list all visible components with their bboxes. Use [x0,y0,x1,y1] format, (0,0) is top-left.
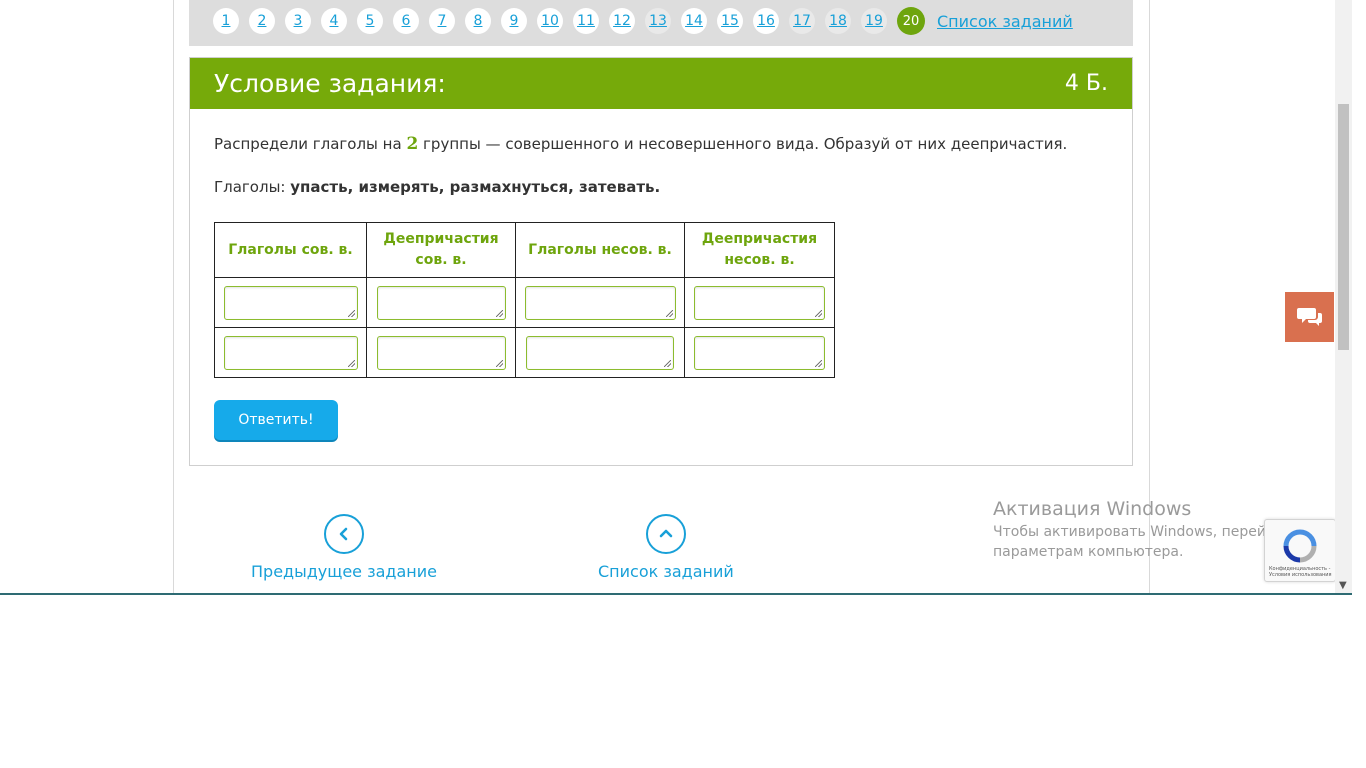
table-row [214,277,835,328]
table-cell [214,277,367,328]
verbs-line: Глаголы: упасть, измерять, размахнуться,… [214,178,660,196]
answer-table-header: Глаголы сов. в. Деепричастия сов. в. Гла… [214,222,835,278]
verbs-list: упасть, измерять, размахнуться, затевать… [290,178,661,196]
scroll-down-icon[interactable]: ▼ [1339,580,1347,591]
header-participles-perfective: Деепричастия сов. в. [366,222,516,278]
page-link-11[interactable]: 11 [573,8,599,34]
page-link-17[interactable]: 17 [789,8,815,34]
page-link-6[interactable]: 6 [393,8,419,34]
task-title: Условие задания: [214,69,446,98]
page-link-9[interactable]: 9 [501,8,527,34]
page-link-4[interactable]: 4 [321,8,347,34]
viewport-bottom-border [0,593,1352,595]
table-cell [214,327,367,378]
page-link-20[interactable]: 20 [897,7,925,35]
question-text: Распредели глаголы на 2 группы — соверше… [214,134,1067,154]
table-row [214,327,835,378]
page-link-1[interactable]: 1 [213,8,239,34]
chevron-up-icon [645,514,686,554]
task-list-link[interactable]: Список заданий [598,514,734,581]
answer-input[interactable] [694,335,825,370]
chat-icon [1296,308,1322,326]
answer-input[interactable] [694,285,825,320]
question-number: 2 [406,134,419,154]
page-scrollbar[interactable]: ▼ [1335,0,1352,594]
header-verbs-imperfective: Глаголы несов. в. [515,222,685,278]
page-link-3[interactable]: 3 [285,8,311,34]
table-cell [684,327,835,378]
task-pager: 1 2 3 4 5 6 7 8 9 10 11 12 13 14 15 16 17 18 19 20 Список за… [213,7,1073,35]
table-cell [515,277,685,328]
answer-input[interactable] [223,335,358,370]
page-link-16[interactable]: 16 [753,8,779,34]
page-link-13[interactable]: 13 [645,8,671,34]
page-link-14[interactable]: 14 [681,8,707,34]
table-cell [366,327,516,378]
table-cell [684,277,835,328]
page-link-2[interactable]: 2 [249,8,275,34]
browser-viewport: 1 2 3 4 5 6 7 8 9 10 11 12 13 14 15 16 17 18 19 20 Список за… [0,0,1366,594]
header-participles-perfective-label: Деепричастия сов. в. [383,231,499,268]
task-list-top-link[interactable]: Список заданий [937,12,1073,31]
page-link-12[interactable]: 12 [609,8,635,34]
question-suffix: группы — совершенного и несовершенного в… [418,135,1068,153]
header-participles-imperfective-label: Деепричастия несов. в. [701,231,818,268]
task-box: Условие задания: 4 Б. Распредели глаголы… [189,57,1133,466]
scrollbar-thumb[interactable] [1338,104,1349,350]
task-header: Условие задания: 4 Б. [190,58,1132,109]
question-prefix: Распредели глаголы на [214,135,407,153]
page-link-18[interactable]: 18 [825,8,851,34]
recaptcha-terms: Конфиденциальность - Условия использован… [1269,566,1332,578]
page-link-19[interactable]: 19 [861,8,887,34]
page-link-7[interactable]: 7 [429,8,455,34]
chevron-left-icon [323,514,364,554]
verbs-label: Глаголы: [214,178,291,196]
answer-input[interactable] [524,285,676,320]
page-link-10[interactable]: 10 [537,8,563,34]
answer-input[interactable] [223,285,358,320]
recaptcha-badge[interactable]: Конфиденциальность - Условия использован… [1264,519,1336,582]
answer-button[interactable]: Ответить! [214,400,338,440]
previous-task-link[interactable]: Предыдущее задание [251,514,437,581]
page-link-5[interactable]: 5 [357,8,383,34]
watermark-title: Активация Windows [993,498,1192,520]
header-verbs-imperfective-label: Глаголы несов. в. [528,241,672,258]
answer-table: Глаголы сов. в. Деепричастия сов. в. Гла… [214,222,835,378]
header-participles-imperfective: Деепричастия несов. в. [684,222,835,278]
answer-input[interactable] [376,335,506,370]
page-link-8[interactable]: 8 [465,8,491,34]
task-points: 4 Б. [1064,71,1108,96]
chat-button[interactable] [1285,292,1334,342]
table-cell [366,277,516,328]
previous-task-label: Предыдущее задание [251,562,437,581]
header-verbs-perfective-label: Глаголы сов. в. [228,241,353,258]
answer-input[interactable] [526,335,674,370]
task-list-label: Список заданий [598,562,734,581]
page-link-15[interactable]: 15 [717,8,743,34]
answer-input[interactable] [376,285,506,320]
recaptcha-logo-icon [1283,529,1317,563]
table-cell [515,327,685,378]
header-verbs-perfective: Глаголы сов. в. [214,222,367,278]
